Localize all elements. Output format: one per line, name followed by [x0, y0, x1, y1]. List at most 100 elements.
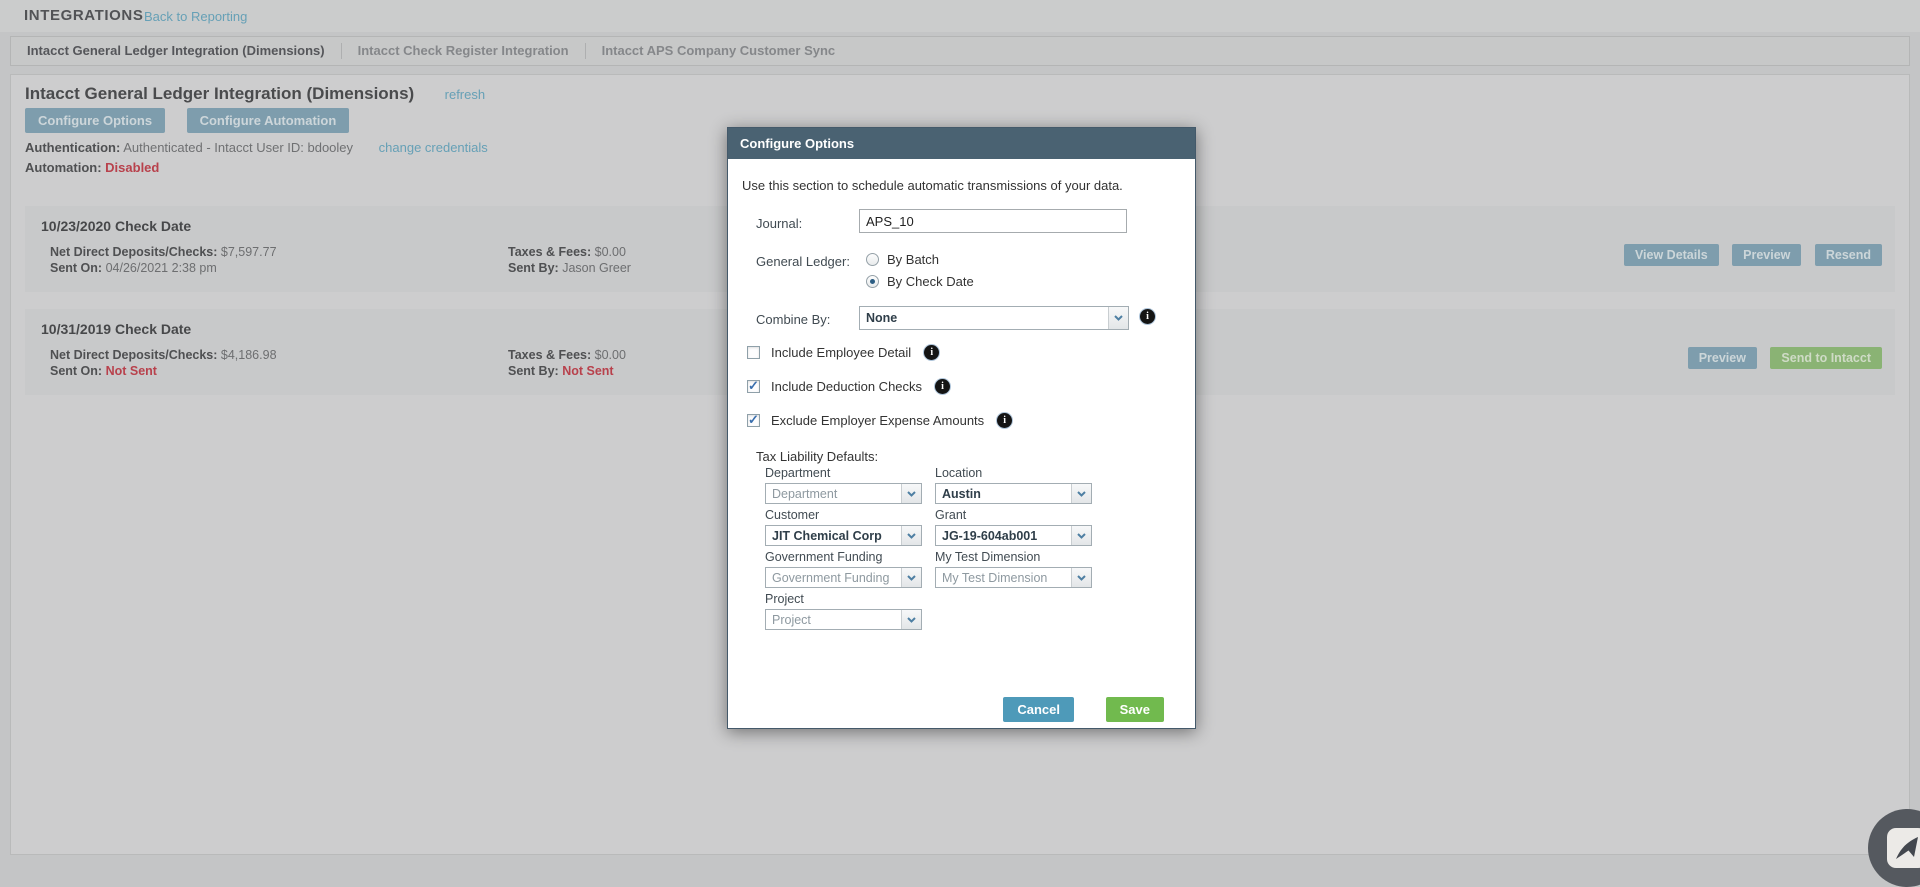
- dropdown-chevron-icon: [1108, 307, 1128, 329]
- integration-tabbar: Intacct General Ledger Integration (Dime…: [10, 36, 1910, 66]
- grant-select[interactable]: JG-19-604ab001: [935, 525, 1092, 546]
- view-details-button[interactable]: View Details: [1624, 244, 1719, 266]
- checkbox-checked-icon[interactable]: ✓: [747, 380, 760, 393]
- checkbox-checked-icon[interactable]: ✓: [747, 414, 760, 427]
- department-label: Department: [765, 467, 922, 480]
- project-cell: Project Project: [765, 593, 922, 630]
- sent-by-label: Sent By:: [508, 261, 559, 275]
- automation-label: Automation:: [25, 160, 102, 175]
- journal-label: Journal:: [756, 216, 802, 231]
- net-deposits-label: Net Direct Deposits/Checks:: [50, 245, 217, 259]
- government-funding-cell: Government Funding Government Funding: [765, 551, 922, 588]
- modal-description: Use this section to schedule automatic t…: [742, 178, 1123, 193]
- configure-options-modal: Configure Options Use this section to sc…: [727, 127, 1196, 729]
- configure-options-button[interactable]: Configure Options: [25, 108, 165, 133]
- department-select[interactable]: Department: [765, 483, 922, 504]
- sent-on-label: Sent On:: [50, 364, 102, 378]
- radio-by-check-date-label: By Check Date: [887, 274, 974, 289]
- sent-by-value: Jason Greer: [562, 261, 631, 275]
- sent-by-value: Not Sent: [562, 364, 613, 378]
- checkbox-check-icon: ✓: [748, 378, 759, 394]
- exclude-employer-expense-info-icon[interactable]: i: [997, 413, 1012, 428]
- radio-selected-icon: [866, 275, 879, 288]
- tab-aps-company-customer-sync[interactable]: Intacct APS Company Customer Sync: [586, 43, 852, 59]
- include-employee-detail-row: Include Employee Detail i: [747, 345, 939, 360]
- resend-button[interactable]: Resend: [1815, 244, 1882, 266]
- check-date-actions: Preview Send to Intacct: [1679, 347, 1882, 369]
- checkbox-check-icon: ✓: [748, 412, 759, 428]
- include-deduction-checks-row: ✓ Include Deduction Checks i: [747, 379, 950, 394]
- sent-on-value: Not Sent: [106, 364, 157, 378]
- checkbox-unchecked-icon[interactable]: [747, 346, 760, 359]
- government-funding-select[interactable]: Government Funding: [765, 567, 922, 588]
- customer-select[interactable]: JIT Chemical Corp: [765, 525, 922, 546]
- top-header-bar: INTEGRATIONS Back to Reporting: [0, 0, 1920, 32]
- department-cell: Department Department: [765, 467, 922, 504]
- back-to-reporting-link[interactable]: Back to Reporting: [144, 9, 247, 24]
- my-test-dimension-cell: My Test Dimension My Test Dimension: [935, 551, 1092, 588]
- include-employee-detail-info-icon[interactable]: i: [924, 345, 939, 360]
- net-deposits-label: Net Direct Deposits/Checks:: [50, 348, 217, 362]
- preview-button[interactable]: Preview: [1688, 347, 1757, 369]
- taxes-fees-label: Taxes & Fees:: [508, 348, 591, 362]
- general-ledger-label: General Ledger:: [756, 254, 850, 269]
- logo-arrow-icon: [1887, 828, 1920, 868]
- modal-title: Configure Options: [728, 128, 1195, 159]
- tab-general-ledger-integration[interactable]: Intacct General Ledger Integration (Dime…: [11, 43, 342, 59]
- taxes-fees-value: $0.00: [595, 245, 626, 259]
- dropdown-chevron-icon: [901, 568, 921, 587]
- journal-input[interactable]: [859, 209, 1127, 233]
- tax-liability-defaults-label: Tax Liability Defaults:: [756, 449, 878, 464]
- radio-by-check-date[interactable]: By Check Date: [866, 274, 974, 289]
- preview-button[interactable]: Preview: [1732, 244, 1801, 266]
- grant-label: Grant: [935, 509, 1092, 522]
- dropdown-chevron-icon: [901, 484, 921, 503]
- location-value: Austin: [936, 487, 1071, 501]
- radio-by-batch-label: By Batch: [887, 252, 939, 267]
- customer-cell: Customer JIT Chemical Corp: [765, 509, 922, 546]
- project-select[interactable]: Project: [765, 609, 922, 630]
- send-to-intacct-button[interactable]: Send to Intacct: [1770, 347, 1882, 369]
- grant-cell: Grant JG-19-604ab001: [935, 509, 1092, 546]
- change-credentials-link[interactable]: change credentials: [379, 140, 488, 155]
- cancel-button[interactable]: Cancel: [1003, 697, 1074, 722]
- panel-title: Intacct General Ledger Integration (Dime…: [25, 83, 414, 104]
- refresh-link[interactable]: refresh: [445, 87, 485, 102]
- government-funding-label: Government Funding: [765, 551, 922, 564]
- my-test-dimension-select[interactable]: My Test Dimension: [935, 567, 1092, 588]
- department-value: Department: [766, 487, 901, 501]
- sent-on-label: Sent On:: [50, 261, 102, 275]
- radio-by-batch[interactable]: By Batch: [866, 252, 939, 267]
- exclude-employer-expense-label: Exclude Employer Expense Amounts: [771, 413, 984, 428]
- project-label: Project: [765, 593, 922, 606]
- sent-by-label: Sent By:: [508, 364, 559, 378]
- taxes-fees-label: Taxes & Fees:: [508, 245, 591, 259]
- taxes-fees-value: $0.00: [595, 348, 626, 362]
- combine-by-info-icon[interactable]: i: [1140, 309, 1155, 324]
- net-deposits-value: $7,597.77: [221, 245, 277, 259]
- configure-automation-button[interactable]: Configure Automation: [187, 108, 350, 133]
- authentication-label: Authentication:: [25, 140, 120, 155]
- authentication-value: Authenticated - Intacct User ID: bdooley: [123, 140, 353, 155]
- tax-defaults-grid: Department Department Location Austin Cu…: [765, 467, 1092, 630]
- modal-body: Use this section to schedule automatic t…: [728, 159, 1195, 728]
- radio-icon: [866, 253, 879, 266]
- location-select[interactable]: Austin: [935, 483, 1092, 504]
- net-deposits-value: $4,186.98: [221, 348, 277, 362]
- grant-value: JG-19-604ab001: [936, 529, 1071, 543]
- customer-label: Customer: [765, 509, 922, 522]
- location-cell: Location Austin: [935, 467, 1092, 504]
- combine-by-select[interactable]: None: [859, 306, 1129, 330]
- location-label: Location: [935, 467, 1092, 480]
- dropdown-chevron-icon: [1071, 526, 1091, 545]
- dropdown-chevron-icon: [1071, 484, 1091, 503]
- tab-check-register-integration[interactable]: Intacct Check Register Integration: [342, 43, 586, 59]
- combine-by-value: None: [860, 311, 1108, 325]
- dropdown-chevron-icon: [901, 610, 921, 629]
- include-deduction-checks-label: Include Deduction Checks: [771, 379, 922, 394]
- automation-status: Disabled: [105, 160, 159, 175]
- save-button[interactable]: Save: [1106, 697, 1164, 722]
- include-deduction-checks-info-icon[interactable]: i: [935, 379, 950, 394]
- government-funding-value: Government Funding: [766, 571, 901, 585]
- combine-by-label: Combine By:: [756, 312, 830, 327]
